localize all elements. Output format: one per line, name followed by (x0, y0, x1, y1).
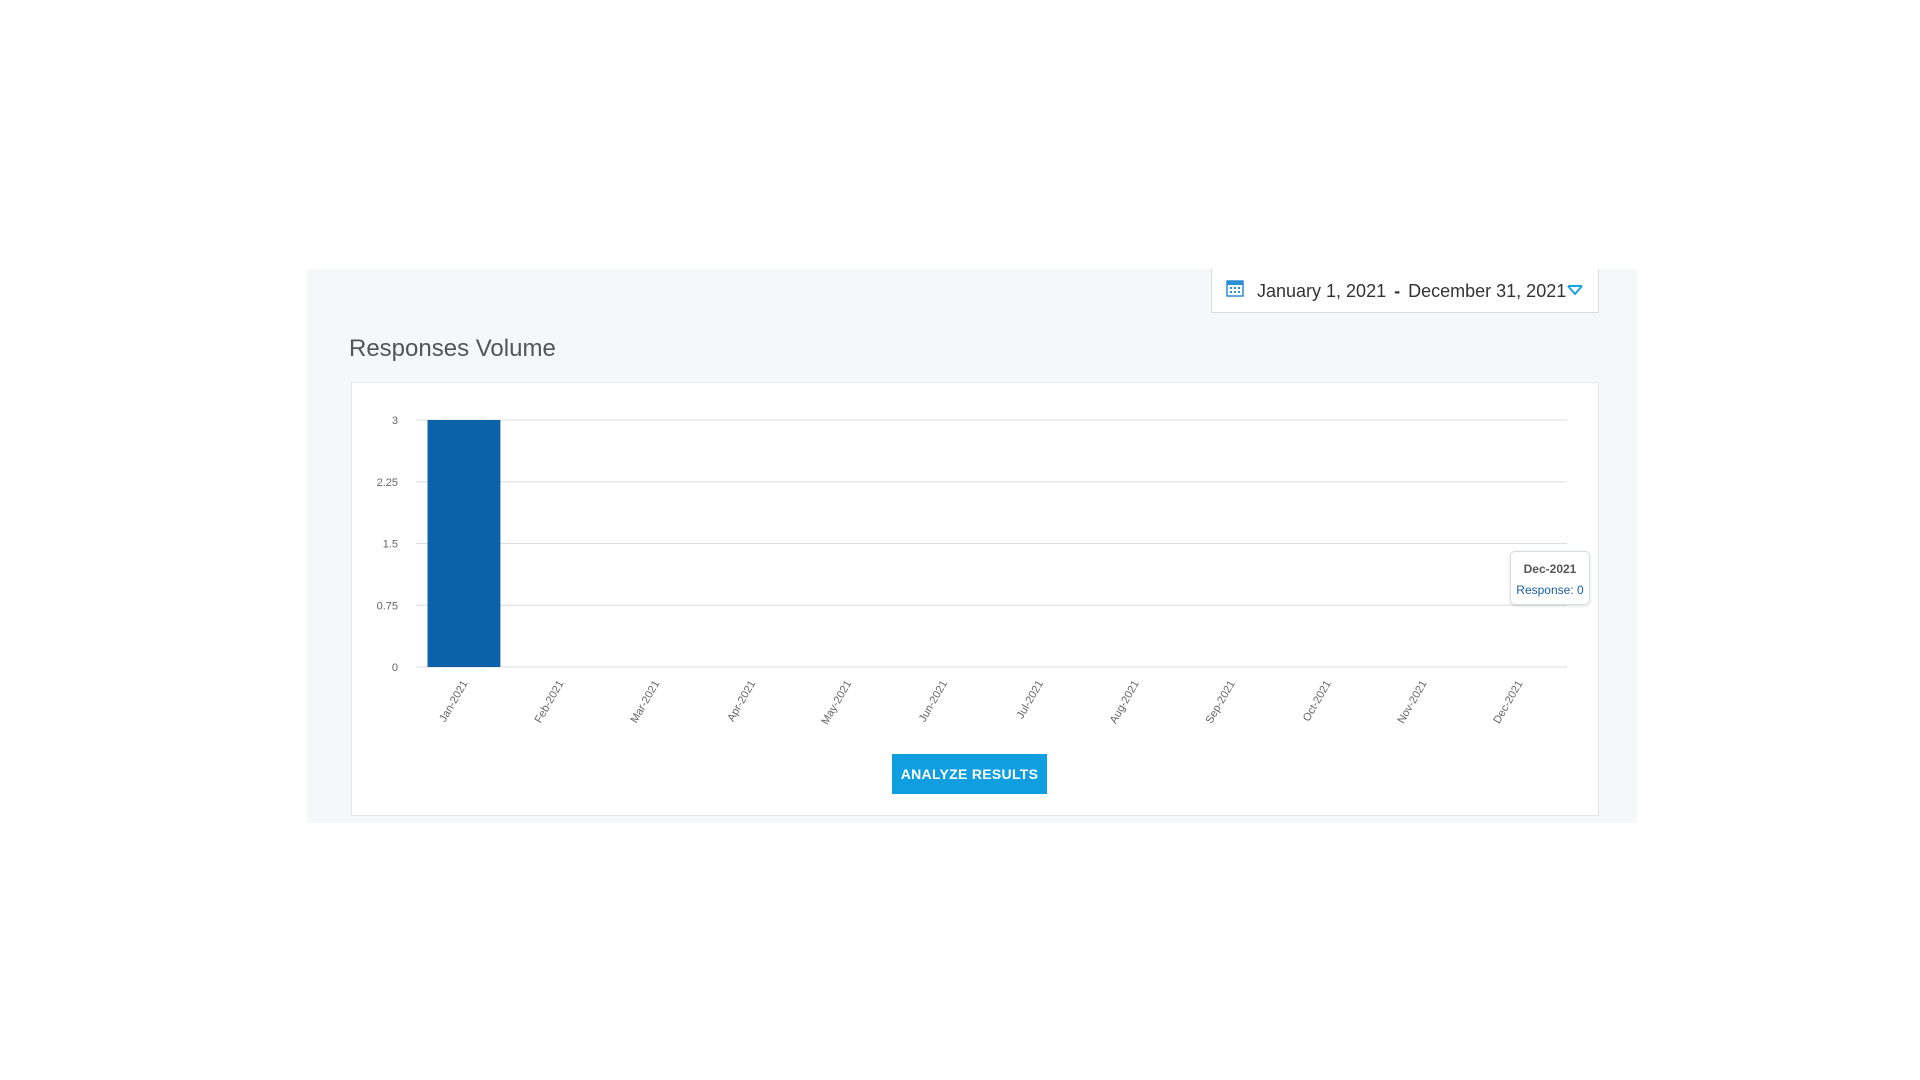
y-tick-label: 0.75 (377, 600, 398, 612)
x-tick-label: Apr-2021 (725, 679, 758, 724)
section-title: Responses Volume (349, 335, 556, 362)
chart-tooltip: Dec-2021 Response: 0 (1510, 551, 1590, 605)
tooltip-value: Response: 0 (1516, 583, 1584, 597)
chevron-down-icon[interactable] (1566, 284, 1584, 296)
date-range-text: January 1, 2021 - December 31, 2021 (1257, 281, 1566, 302)
x-tick-label: Oct-2021 (1301, 678, 1334, 723)
analyze-results-button[interactable]: ANALYZE RESULTS (892, 754, 1047, 794)
date-range-start: January 1, 2021 (1257, 281, 1387, 301)
date-range-picker[interactable]: January 1, 2021 - December 31, 2021 (1211, 269, 1599, 313)
x-tick-label: Jun-2021 (917, 679, 950, 725)
date-range-separator: - (1394, 281, 1401, 301)
x-tick-label: Feb-2021 (533, 679, 567, 726)
x-tick-label: Nov-2021 (1395, 679, 1429, 726)
chart-card: 0 0.75 1.5 2.25 3 Jan-2021 Feb-2021 Mar-2021 Apr… (351, 382, 1599, 816)
x-tick-label: Jan-2021 (437, 679, 470, 725)
y-tick-label: 0 (392, 662, 398, 674)
y-tick-label: 2.25 (377, 477, 398, 489)
x-tick-label: Mar-2021 (628, 679, 662, 726)
responses-panel: January 1, 2021 - December 31, 2021 Resp… (307, 269, 1637, 823)
tooltip-title: Dec-2021 (1523, 562, 1577, 576)
x-tick-label: May-2021 (819, 679, 854, 727)
responses-bar-chart: 0 0.75 1.5 2.25 3 Jan-2021 Feb-2021 Mar-2021 Apr… (377, 415, 1567, 727)
bar-jan-2021[interactable] (427, 420, 501, 667)
x-tick-label: Dec-2021 (1491, 679, 1525, 726)
y-tick-label: 3 (392, 415, 398, 427)
y-tick-label: 1.5 (383, 539, 398, 551)
x-tick-label: Aug-2021 (1108, 679, 1142, 726)
date-range-end: December 31, 2021 (1408, 281, 1567, 301)
x-tick-label: Sep-2021 (1204, 679, 1238, 726)
x-tick-label: Jul-2021 (1015, 679, 1046, 722)
calendar-icon (1226, 280, 1244, 297)
